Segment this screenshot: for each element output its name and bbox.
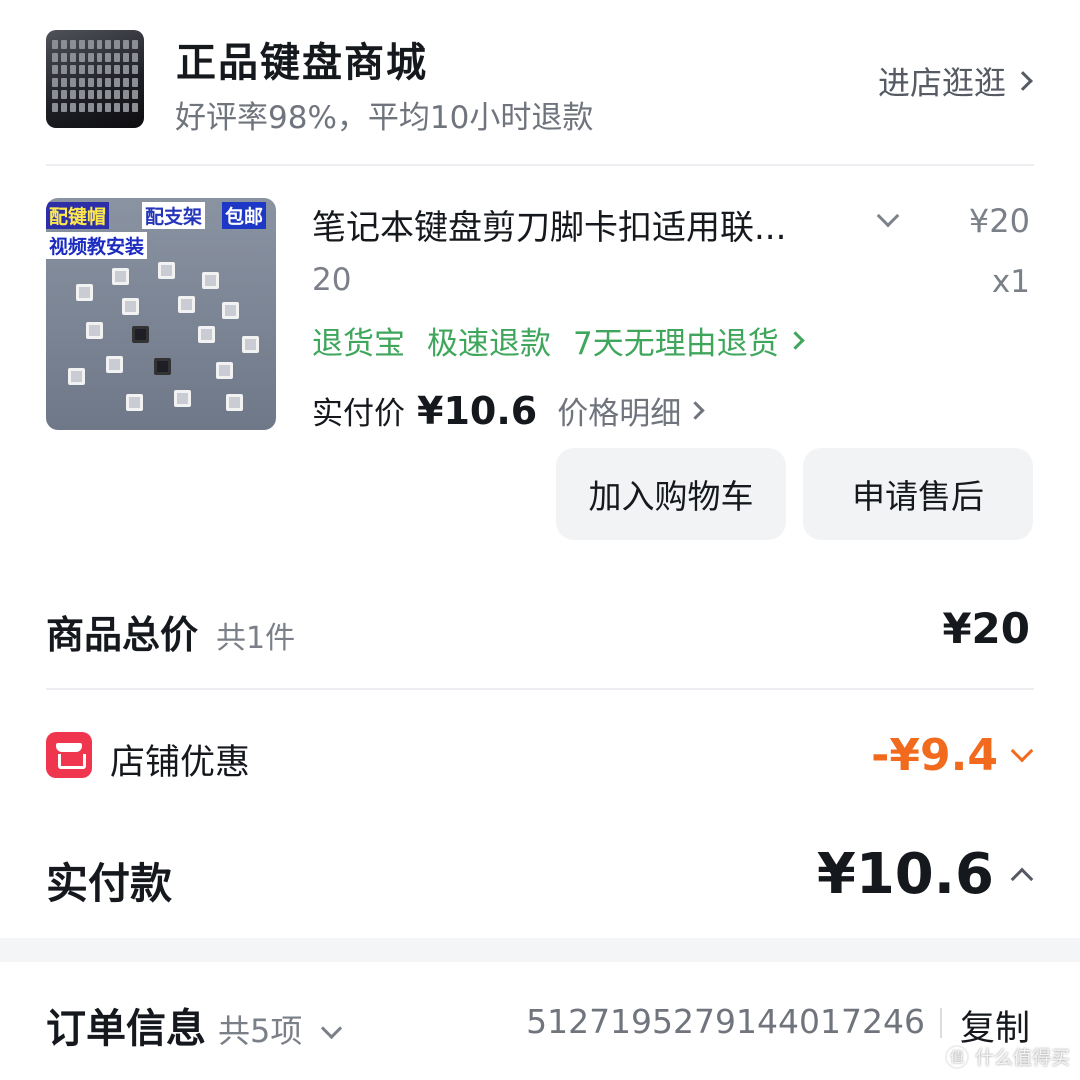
total-price-label: 商品总价 [46,613,199,657]
actual-payment-label: 实付款 [46,859,173,908]
actual-payment-toggle[interactable]: ¥10.6 [816,842,1034,907]
divider [46,688,1034,690]
visit-shop-label: 进店逛逛 [877,64,1006,102]
total-price-row: 商品总价 共1件 [46,604,295,659]
keyboard-clip [122,298,139,315]
keyboard-clip [242,336,259,353]
order-info-count: 共5项 [218,1012,303,1050]
add-to-cart-button[interactable]: 加入购物车 [556,448,786,540]
divider [940,1008,942,1038]
store-discount-label: 店铺优惠 [110,743,251,783]
keyboard-clip [226,394,243,411]
paid-price-row: 实付价 ¥10.6 价格明细 [312,388,705,433]
service-tags[interactable]: 退货宝 极速退款 7天无理由退货 [312,318,805,363]
service-tag: 7天无理由退货 [573,326,779,362]
total-item-count: 共1件 [216,621,296,656]
keyboard-clip [222,302,239,319]
chevron-down-icon [876,204,900,228]
image-caption: 配支架 [142,202,206,229]
product-image[interactable]: 配键帽 配支架 包邮 视频教安装 [46,198,276,430]
keyboard-clip [216,362,233,379]
keyboard-clip [178,296,195,313]
keyboard-clip [174,390,191,407]
section-separator [0,938,1080,962]
image-caption: 包邮 [222,202,267,229]
chevron-right-icon [686,401,705,420]
visit-shop-link[interactable]: 进店逛逛 [877,58,1033,104]
paid-price-label: 实付价 [312,396,405,432]
divider [46,164,1034,166]
keyboard-clip [112,268,129,285]
watermark: 值 什么值得买 [944,1043,1070,1070]
order-info-label: 订单信息 [46,1006,206,1052]
price-detail-label: 价格明细 [557,396,682,432]
store-icon [46,732,92,778]
store-discount-toggle[interactable]: -¥9.4 [871,730,1034,781]
keyboard-clip [106,356,123,373]
shop-name[interactable]: 正品键盘商城 [176,30,428,88]
shop-rating: 好评率98%，平均10小时退款 [175,100,594,136]
shop-avatar[interactable] [46,30,144,128]
keyboard-clip [202,272,219,289]
image-caption: 配键帽 [46,202,110,229]
product-spec: 20 [312,262,352,298]
chevron-up-icon [1010,867,1034,890]
chevron-right-icon [786,331,805,350]
chevron-down-icon [321,1017,343,1040]
chevron-down-icon [1010,739,1034,762]
paid-price-value: ¥10.6 [417,389,538,433]
watermark-logo-icon: 值 [944,1044,969,1069]
keyboard-clip [126,394,143,411]
product-title[interactable]: 笔记本键盘剪刀脚卡扣适用联... [312,200,852,249]
chevron-right-icon [1013,71,1033,91]
order-info-toggle[interactable]: 订单信息 共5项 [46,996,343,1054]
price-detail-link[interactable]: 价格明细 [557,388,705,433]
expand-title-toggle[interactable] [876,204,900,228]
keyboard-clip [198,326,215,343]
after-sales-button[interactable]: 申请售后 [803,448,1033,540]
total-price-value: ¥20 [942,604,1030,653]
product-price: ¥20 [968,202,1030,240]
actual-payment-value: ¥10.6 [816,842,994,907]
keyboard-clip [154,358,171,375]
keyboard-clip [86,322,103,339]
keyboard-clip [68,368,85,385]
keyboard-clip [76,284,93,301]
image-caption: 视频教安装 [46,232,148,259]
keyboard-clip [132,326,149,343]
order-number: 5127195279144017246 [526,1002,925,1041]
product-quantity: x1 [991,264,1030,300]
keyboard-clip [158,262,175,279]
watermark-text: 什么值得买 [974,1047,1070,1069]
store-discount-value: -¥9.4 [871,730,998,781]
service-tag: 退货宝 [312,326,405,362]
service-tag: 极速退款 [427,326,551,362]
